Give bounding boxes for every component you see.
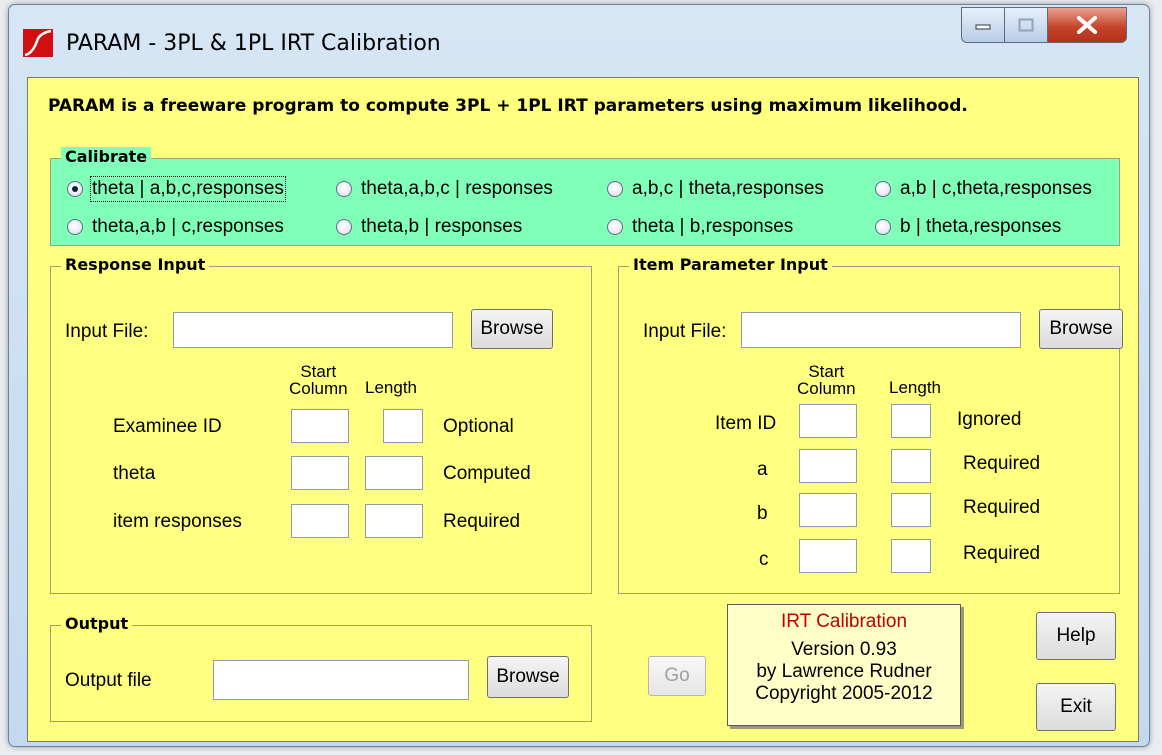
intro-text: PARAM is a freeware program to compute 3… bbox=[48, 96, 968, 116]
about-version: Version 0.93 bbox=[791, 639, 897, 660]
item-responses-status: Required bbox=[443, 511, 521, 532]
item-id-length-field[interactable] bbox=[891, 404, 931, 438]
about-copyright: Copyright 2005-2012 bbox=[755, 683, 933, 704]
radio-option-1[interactable]: theta | a,b,c,responses bbox=[67, 176, 286, 202]
theta-length-field[interactable] bbox=[365, 456, 423, 490]
param-c-status: Required bbox=[963, 543, 1041, 564]
param-b-status: Required bbox=[963, 497, 1041, 518]
radio-option-label: theta,b | responses bbox=[361, 216, 523, 237]
response-start-header-line1: Start bbox=[300, 362, 337, 381]
response-input-file-label: Input File: bbox=[65, 321, 149, 342]
about-author: by Lawrence Rudner bbox=[756, 661, 932, 682]
radio-icon[interactable] bbox=[67, 219, 83, 235]
radio-option-label: theta | a,b,c,responses bbox=[90, 176, 286, 202]
output-browse-button[interactable]: Browse bbox=[487, 656, 569, 698]
output-group: Output Output file Browse bbox=[50, 614, 592, 722]
response-browse-button[interactable]: Browse bbox=[471, 309, 553, 349]
item-id-status: Ignored bbox=[957, 409, 1022, 430]
radio-option-3[interactable]: a,b,c | theta,responses bbox=[607, 178, 824, 200]
radio-option-6[interactable]: theta,b | responses bbox=[336, 216, 522, 238]
radio-option-label: theta,a,b,c | responses bbox=[361, 178, 553, 199]
param-a-start-field[interactable] bbox=[799, 449, 857, 483]
radio-icon[interactable] bbox=[607, 181, 623, 197]
maximize-button[interactable] bbox=[1004, 7, 1048, 43]
item-param-file-field[interactable] bbox=[741, 312, 1021, 348]
radio-option-label: a,b | c,theta,responses bbox=[900, 178, 1092, 199]
examinee-id-start-field[interactable] bbox=[291, 409, 349, 443]
radio-option-5[interactable]: theta,a,b | c,responses bbox=[67, 216, 284, 238]
item-id-label: Item ID bbox=[715, 413, 777, 434]
param-c-label: c bbox=[759, 549, 769, 570]
item-start-column-header: Start Column bbox=[797, 363, 856, 397]
radio-option-2[interactable]: theta,a,b,c | responses bbox=[336, 178, 553, 200]
radio-icon[interactable] bbox=[875, 181, 891, 197]
item-responses-label: item responses bbox=[113, 511, 242, 532]
app-icon bbox=[23, 29, 53, 57]
item-parameter-input-label: Item Parameter Input bbox=[629, 255, 832, 274]
param-b-label: b bbox=[757, 503, 768, 524]
window-title: PARAM - 3PL & 1PL IRT Calibration bbox=[66, 31, 441, 56]
response-start-header-line2: Column bbox=[289, 379, 348, 398]
go-button[interactable]: Go bbox=[648, 656, 706, 696]
param-a-length-field[interactable] bbox=[891, 449, 931, 483]
radio-option-label: a,b,c | theta,responses bbox=[632, 178, 824, 199]
theta-label: theta bbox=[113, 463, 156, 484]
param-a-status: Required bbox=[963, 453, 1041, 474]
app-window: PARAM - 3PL & 1PL IRT Calibration PARAM … bbox=[8, 4, 1150, 747]
calibrate-group: Calibrate theta | a,b,c,responses theta,… bbox=[50, 147, 1120, 246]
response-start-column-header: Start Column bbox=[289, 363, 348, 397]
item-id-start-field[interactable] bbox=[799, 404, 857, 438]
response-input-label: Response Input bbox=[61, 255, 210, 274]
item-start-header-line2: Column bbox=[797, 379, 856, 398]
examinee-id-length-field[interactable] bbox=[383, 409, 423, 443]
radio-icon[interactable] bbox=[607, 219, 623, 235]
minimize-button[interactable] bbox=[961, 7, 1005, 43]
radio-selected-icon[interactable] bbox=[67, 181, 83, 197]
close-button[interactable] bbox=[1047, 7, 1127, 43]
client-area: PARAM is a freeware program to compute 3… bbox=[27, 77, 1139, 742]
examinee-id-status: Optional bbox=[443, 416, 514, 437]
param-a-label: a bbox=[757, 459, 768, 480]
item-responses-length-field[interactable] bbox=[365, 504, 423, 538]
maximize-icon bbox=[1018, 18, 1034, 32]
theta-status: Computed bbox=[443, 463, 531, 484]
item-responses-start-field[interactable] bbox=[291, 504, 349, 538]
radio-icon[interactable] bbox=[336, 219, 352, 235]
radio-option-label: theta,a,b | c,responses bbox=[92, 216, 284, 237]
about-box: IRT Calibration Version 0.93 by Lawrence… bbox=[727, 604, 961, 726]
radio-icon[interactable] bbox=[875, 219, 891, 235]
param-b-start-field[interactable] bbox=[799, 493, 857, 527]
radio-option-label: b | theta,responses bbox=[900, 216, 1062, 237]
radio-option-8[interactable]: b | theta,responses bbox=[875, 216, 1061, 238]
title-bar[interactable]: PARAM - 3PL & 1PL IRT Calibration bbox=[9, 5, 1149, 75]
help-button[interactable]: Help bbox=[1036, 612, 1116, 660]
param-c-length-field[interactable] bbox=[891, 539, 931, 573]
calibrate-label: Calibrate bbox=[61, 147, 152, 166]
close-icon bbox=[1077, 16, 1097, 34]
about-title: IRT Calibration bbox=[780, 611, 908, 632]
item-parameter-input-group: Item Parameter Input Input File: Browse … bbox=[618, 255, 1123, 594]
radio-option-4[interactable]: a,b | c,theta,responses bbox=[875, 178, 1092, 200]
examinee-id-label: Examinee ID bbox=[113, 416, 222, 437]
response-input-file-field[interactable] bbox=[173, 312, 453, 348]
output-file-label: Output file bbox=[65, 670, 152, 691]
param-b-length-field[interactable] bbox=[891, 493, 931, 527]
theta-start-field[interactable] bbox=[291, 456, 349, 490]
param-c-start-field[interactable] bbox=[799, 539, 857, 573]
output-label: Output bbox=[61, 614, 133, 633]
item-start-header-line1: Start bbox=[808, 362, 845, 381]
response-input-group: Response Input Input File: Browse Start … bbox=[50, 255, 592, 594]
radio-option-7[interactable]: theta | b,responses bbox=[607, 216, 793, 238]
exit-button[interactable]: Exit bbox=[1036, 683, 1116, 731]
radio-icon[interactable] bbox=[336, 181, 352, 197]
item-param-file-label: Input File: bbox=[643, 321, 727, 342]
item-param-browse-button[interactable]: Browse bbox=[1039, 309, 1123, 349]
output-file-field[interactable] bbox=[213, 660, 469, 700]
item-length-header: Length bbox=[889, 378, 941, 397]
response-length-header: Length bbox=[365, 378, 417, 397]
radio-option-label: theta | b,responses bbox=[632, 216, 794, 237]
minimize-icon bbox=[975, 24, 991, 30]
